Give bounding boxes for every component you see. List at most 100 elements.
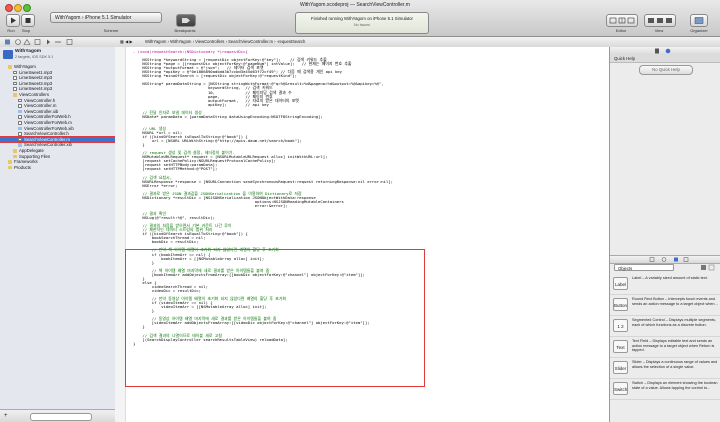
file-icon (13, 70, 17, 75)
breakpoints-button[interactable] (176, 14, 196, 27)
code-line: url = [NSURL URLWithString:@"http://apis… (133, 138, 302, 144)
nav-item-label: AppDelegate (19, 148, 44, 153)
nav-item-label: ViewControllers (19, 92, 50, 97)
code-line: [request setHTTPMethod:@"POST"]; (133, 166, 218, 172)
code-line: NSData* paramData = [paramDataString dat… (133, 113, 323, 119)
code-line: bookDic = resultDic; (133, 239, 199, 245)
navigator-filter-input[interactable] (30, 413, 92, 421)
quick-help-header: Quick Help (610, 55, 720, 63)
library-item-icon: Switch (613, 382, 628, 395)
no-quick-help-button: No Quick Help (639, 65, 693, 75)
window-title-file: SearchViewController.m (356, 2, 410, 8)
file-icon (18, 126, 22, 131)
file-icon (18, 115, 22, 119)
breadcrumb-item-file[interactable]: SearchViewController.m (228, 39, 273, 44)
view-control[interactable] (644, 14, 676, 27)
library-item-description: Round Rect Button – Intercepts touch eve… (632, 297, 718, 306)
play-icon (11, 17, 16, 24)
code-line: - (void)requestSearch:(NSDictionary *)re… (133, 49, 248, 54)
quick-help-title: Quick Help (614, 56, 636, 61)
nav-item-label: ViewControllerForWeb.m (24, 120, 72, 125)
nav-item[interactable]: Products (8, 165, 31, 171)
nav-item-label: Supporting Files (19, 153, 51, 159)
close-window-button[interactable] (5, 4, 13, 12)
scheme-popup[interactable]: WithYagom › iPhone 5.1 Simulator (50, 12, 162, 23)
folder-icon (8, 65, 12, 69)
highlight-annotation-box (125, 249, 425, 387)
project-subtitle: 2 targets, iOS SDK 5.1 (15, 55, 54, 59)
folder-icon (8, 165, 12, 170)
stop-button[interactable] (21, 14, 35, 27)
nav-item-label: LimeSweet4.mp3 (19, 86, 53, 92)
nav-item-label: SearchViewController.h (24, 131, 69, 137)
library-item[interactable]: 1 2 Segmented Control – Displays multiple… (610, 316, 720, 337)
zoom-window-button[interactable] (23, 4, 31, 12)
view-label: View (654, 28, 664, 33)
code-line: } (133, 142, 145, 148)
project-icon (3, 50, 13, 59)
library-item-description: Segmented Control – Displays multiple se… (632, 318, 716, 327)
breadcrumb-item-project[interactable]: WithYagom (145, 39, 166, 44)
library-item-icon: Text (613, 340, 628, 353)
minimize-window-button[interactable] (14, 4, 22, 12)
related-items-icon[interactable]: ▦ ◀ ▶ (120, 37, 133, 47)
file-icon (13, 81, 17, 86)
code-line: apiKey]; // api key (133, 101, 269, 107)
library-item[interactable]: Label Label – A variably sized amount of … (610, 274, 720, 295)
nav-item-label: WithYagom (14, 64, 36, 69)
stop-label: Stop (21, 28, 31, 33)
library-item[interactable]: Button Round Rect Button – Intercepts tou… (610, 295, 720, 316)
organizer-icon (694, 17, 704, 24)
window-title: WithYagom.xcodeproj — SearchViewControll… (300, 2, 440, 8)
scheme-label: Scheme (103, 28, 119, 33)
nav-item-label: ViewControllerForWeb.xib (24, 125, 74, 131)
window-title-project: WithYagom.xcodeproj (300, 2, 349, 8)
folder-icon (13, 154, 17, 159)
utilities-pane: Quick Help No Quick Help Objects Label La… (609, 47, 720, 422)
library-view-toggle-icon[interactable] (700, 264, 716, 271)
library-item-description: Text Field – Displays editable text and … (632, 339, 715, 352)
code-line: NSString *minoOfSearch = [requestDic obj… (133, 73, 297, 79)
library-item-description: Label – A variably sized amount of stati… (632, 276, 708, 280)
library-objects-popup[interactable]: Objects (614, 264, 674, 271)
run-button[interactable] (6, 14, 20, 27)
organizer-label: Organizer (690, 28, 708, 33)
file-icon (13, 87, 17, 91)
activity-issues-text: No Issues (354, 23, 370, 27)
code-line: NSLog(@"result:%@", resultDic); (133, 215, 215, 221)
nav-item-label: SearchViewController.m (24, 136, 71, 142)
code-line: NSError *error; (133, 182, 178, 188)
library-item-icon: Slider (613, 361, 628, 374)
library-item-description: Slider – Displays a continuous range of … (632, 360, 718, 369)
library-item-icon: Button (613, 298, 628, 311)
navigator-filter-bar: + (0, 409, 115, 422)
project-name[interactable]: WithYagom (15, 49, 41, 54)
folder-icon (8, 160, 12, 164)
library-item-description: Switch – Displays an element showing the… (632, 381, 718, 390)
breakpoint-arrow-icon (182, 18, 190, 23)
library-item[interactable]: Text Text Field – Displays editable text … (610, 337, 720, 358)
inspector-tab-icons (655, 48, 671, 54)
library-item[interactable]: Switch Switch – Displays an element showi… (610, 379, 720, 400)
editor-mode-icons (609, 17, 635, 24)
add-icon[interactable]: + (4, 413, 8, 419)
breadcrumb-item-method[interactable]: -requestSearch (277, 39, 306, 44)
activity-viewer: Finished running WithYagom on iPhone 5.1… (295, 12, 429, 34)
breadcrumb-item-folder[interactable]: ViewControllers (195, 39, 224, 44)
navigator-selector-bar[interactable] (3, 38, 108, 46)
file-icon (18, 121, 22, 125)
editor-mode-control[interactable] (606, 14, 638, 27)
library-item[interactable]: Slider Slider – Displays a continuous ran… (610, 358, 720, 379)
file-icon (18, 98, 22, 103)
file-icon (18, 137, 22, 142)
toolbar: Run Stop WithYagom › iPhone 5.1 Simulato… (0, 0, 720, 37)
breadcrumb-item-group[interactable]: WithYagom (170, 39, 191, 44)
file-icon (18, 109, 22, 114)
library-selector-bar[interactable] (610, 255, 720, 264)
nav-item-label: SearchViewController.xib (24, 142, 72, 148)
file-icon (13, 76, 17, 80)
folder-icon (13, 149, 17, 153)
run-label: Run (7, 28, 15, 33)
nav-item-label: LimeSweet3.mp3 (19, 80, 53, 86)
organizer-button[interactable] (690, 14, 708, 27)
